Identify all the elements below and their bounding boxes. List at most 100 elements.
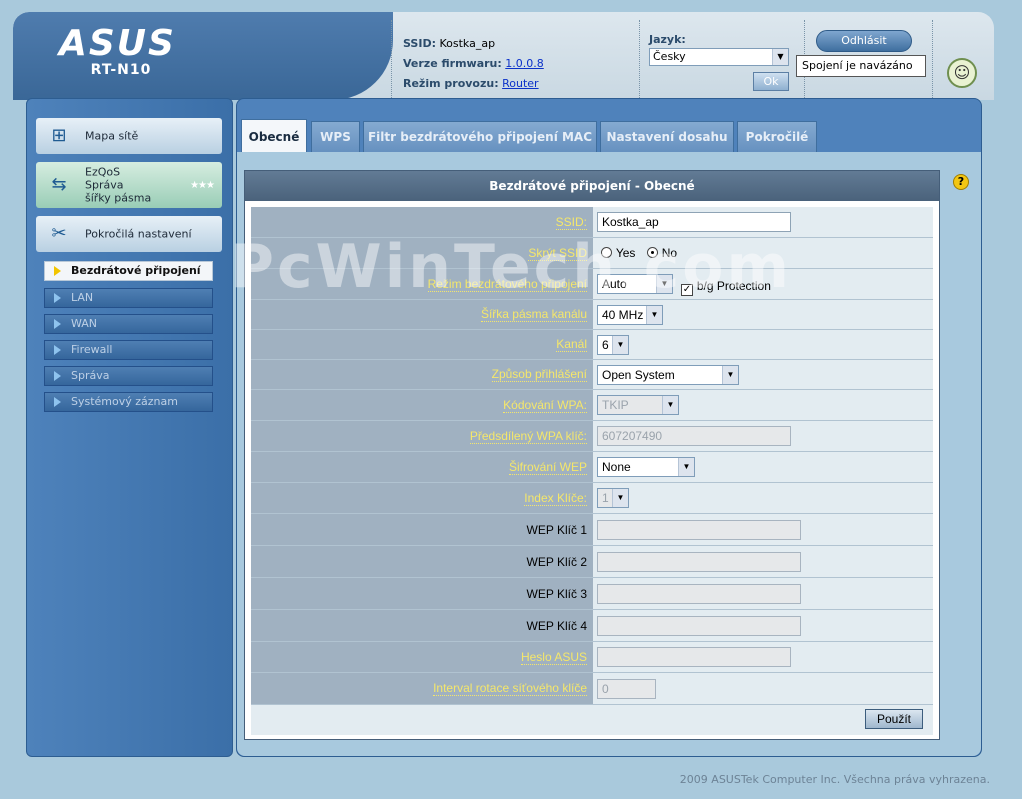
wpa-psk-input[interactable]: 607207490 bbox=[597, 426, 791, 446]
hide-ssid-no-radio[interactable] bbox=[646, 247, 658, 258]
protection-checkbox-wrap: ✓ b/g Protection bbox=[681, 279, 771, 296]
firmware-label: Verze firmwaru: bbox=[403, 57, 502, 70]
chevron-down-icon[interactable]: ▼ bbox=[612, 489, 628, 507]
hide-ssid-yes-radio[interactable] bbox=[601, 247, 612, 258]
value-cell: Kostka_ap bbox=[593, 207, 933, 237]
wpa-encryption-select[interactable]: TKIP ▼ bbox=[597, 395, 679, 415]
sidebar-sub-lan[interactable]: LAN bbox=[44, 288, 213, 308]
radio-label: Yes bbox=[615, 246, 636, 260]
wep-key-4-label: WEP Klíč 4 bbox=[251, 610, 593, 641]
sidebar-sub-wireless[interactable]: Bezdrátové připojení bbox=[44, 261, 213, 281]
mode-select[interactable]: Auto ▼ bbox=[597, 274, 673, 294]
language-label: Jazyk: bbox=[649, 33, 686, 46]
rekey-interval-label: Interval rotace síťového klíče bbox=[251, 673, 593, 704]
sidebar-item-ezqos[interactable]: ⇆ EzQoS Správa šířky pásma ★★★ bbox=[36, 162, 222, 208]
label-text: Index Klíče: bbox=[524, 490, 587, 506]
sidebar-item-advanced[interactable]: ✂ Pokročilá nastavení bbox=[36, 216, 222, 252]
ok-button[interactable]: Ok bbox=[753, 72, 789, 91]
chevron-down-icon[interactable]: ▼ bbox=[656, 275, 672, 293]
tab-wps[interactable]: WPS bbox=[311, 121, 360, 153]
sidebar-item-network-map[interactable]: ⊞ Mapa sítě bbox=[36, 118, 222, 154]
panel-title: Bezdrátové připojení - Obecné bbox=[245, 171, 939, 201]
bg-protection-checkbox[interactable]: ✓ bbox=[681, 284, 693, 296]
sidebar-sub-admin[interactable]: Správa bbox=[44, 366, 213, 386]
value-cell: 1 ▼ bbox=[593, 483, 933, 513]
arrow-right-icon bbox=[54, 319, 61, 329]
label-text: Předsdílený WPA klíč: bbox=[469, 428, 587, 444]
value-cell: 6 ▼ bbox=[593, 330, 933, 359]
wpa-encryption-label: Kódování WPA: bbox=[251, 390, 593, 420]
wep-key-1-input[interactable] bbox=[597, 520, 801, 540]
auth-select[interactable]: Open System ▼ bbox=[597, 365, 739, 385]
tab-advanced[interactable]: Pokročilé bbox=[737, 121, 817, 153]
sidebar-sub-label: Systémový záznam bbox=[71, 395, 178, 408]
arrow-right-icon bbox=[54, 293, 61, 303]
status-tooltip: Spojení je navázáno bbox=[796, 55, 926, 77]
wep-key-4-input[interactable] bbox=[597, 616, 801, 636]
key-index-select[interactable]: 1 ▼ bbox=[597, 488, 629, 508]
connection-status-icon[interactable]: ☺ bbox=[947, 58, 977, 88]
chevron-down-icon[interactable]: ▼ bbox=[678, 458, 694, 476]
main-panel: Obecné WPS Filtr bezdrátového připojení … bbox=[236, 98, 982, 757]
wep-key-3-input[interactable] bbox=[597, 584, 801, 604]
sidebar-sub-label: WAN bbox=[71, 317, 98, 330]
tab-general[interactable]: Obecné bbox=[241, 119, 307, 153]
ssid-label: SSID: bbox=[251, 207, 593, 237]
language-select[interactable]: Česky ▼ bbox=[649, 48, 789, 66]
select-value: TKIP bbox=[602, 398, 629, 412]
wep-key-2-input[interactable] bbox=[597, 552, 801, 572]
arrow-right-icon bbox=[54, 266, 61, 276]
sidebar-sub-wan[interactable]: WAN bbox=[44, 314, 213, 334]
logout-button[interactable]: Odhlásit bbox=[816, 30, 912, 52]
asus-passphrase-input[interactable] bbox=[597, 647, 791, 667]
row-auth: Způsob přihlášení Open System ▼ bbox=[251, 360, 933, 390]
label-text: Interval rotace síťového klíče bbox=[433, 681, 587, 696]
chevron-down-icon[interactable]: ▼ bbox=[646, 306, 662, 324]
channel-select[interactable]: 6 ▼ bbox=[597, 335, 629, 355]
sidebar-sub-firewall[interactable]: Firewall bbox=[44, 340, 213, 360]
rekey-interval-input[interactable]: 0 bbox=[597, 679, 656, 699]
sidebar-sub-syslog[interactable]: Systémový záznam bbox=[44, 392, 213, 412]
device-info: SSID: Kostka_ap Verze firmwaru: 1.0.0.8 … bbox=[403, 34, 544, 94]
bandwidth-select[interactable]: 40 MHz ▼ bbox=[597, 305, 663, 325]
wep-encryption-label: Šifrování WEP bbox=[251, 452, 593, 482]
select-value: 6 bbox=[602, 338, 609, 352]
row-ssid: SSID: Kostka_ap bbox=[251, 207, 933, 238]
mode-label: Režim bezdrátového připojení bbox=[251, 269, 593, 299]
row-bandwidth: Šířka pásma kanálu 40 MHz ▼ bbox=[251, 300, 933, 330]
apply-button[interactable]: Použít bbox=[865, 709, 923, 729]
help-icon[interactable]: ? bbox=[953, 174, 969, 190]
value-cell: Yes No bbox=[593, 238, 933, 268]
asus-logo: ASUS bbox=[59, 23, 176, 64]
sidebar-sub-label: LAN bbox=[71, 291, 94, 304]
settings-panel: Bezdrátové připojení - Obecné SSID: Kost… bbox=[244, 170, 940, 740]
wep-encryption-select[interactable]: None ▼ bbox=[597, 457, 695, 477]
label-text: WEP Klíč 4 bbox=[526, 618, 587, 633]
mode-link[interactable]: Router bbox=[502, 77, 538, 90]
select-value: 40 MHz bbox=[602, 308, 644, 322]
value-cell bbox=[593, 514, 933, 545]
divider bbox=[391, 20, 392, 98]
key-index-label: Index Klíče: bbox=[251, 483, 593, 513]
select-value: None bbox=[602, 460, 631, 474]
row-wep-key-1: WEP Klíč 1 bbox=[251, 514, 933, 546]
ssid-label: SSID: bbox=[403, 37, 436, 50]
sidebar-item-label: Mapa sítě bbox=[85, 129, 139, 143]
tab-mac-filter[interactable]: Filtr bezdrátového připojení MAC bbox=[363, 121, 597, 153]
value-cell: None ▼ bbox=[593, 452, 933, 482]
chevron-down-icon[interactable]: ▼ bbox=[662, 396, 678, 414]
chevron-down-icon[interactable]: ▼ bbox=[722, 366, 738, 384]
tab-range[interactable]: Nastavení dosahu bbox=[600, 121, 734, 153]
row-wpa-psk: Předsdílený WPA klíč: 607207490 bbox=[251, 421, 933, 452]
chevron-down-icon[interactable]: ▼ bbox=[612, 336, 628, 354]
hide-ssid-radios: Yes No bbox=[601, 246, 677, 260]
settings-form: SSID: Kostka_ap Skrýt SSID Yes No Režim … bbox=[251, 207, 933, 735]
bandwidth-icon: ⇆ bbox=[51, 174, 67, 195]
stars-icon: ★★★ bbox=[190, 180, 215, 191]
ezqos-line-2: Správa bbox=[85, 178, 124, 192]
label-text: Režim bezdrátového připojení bbox=[427, 276, 587, 292]
ssid-input[interactable]: Kostka_ap bbox=[597, 212, 791, 232]
row-wep-key-2: WEP Klíč 2 bbox=[251, 546, 933, 578]
chevron-down-icon[interactable]: ▼ bbox=[772, 49, 788, 65]
firmware-link[interactable]: 1.0.0.8 bbox=[505, 57, 543, 70]
